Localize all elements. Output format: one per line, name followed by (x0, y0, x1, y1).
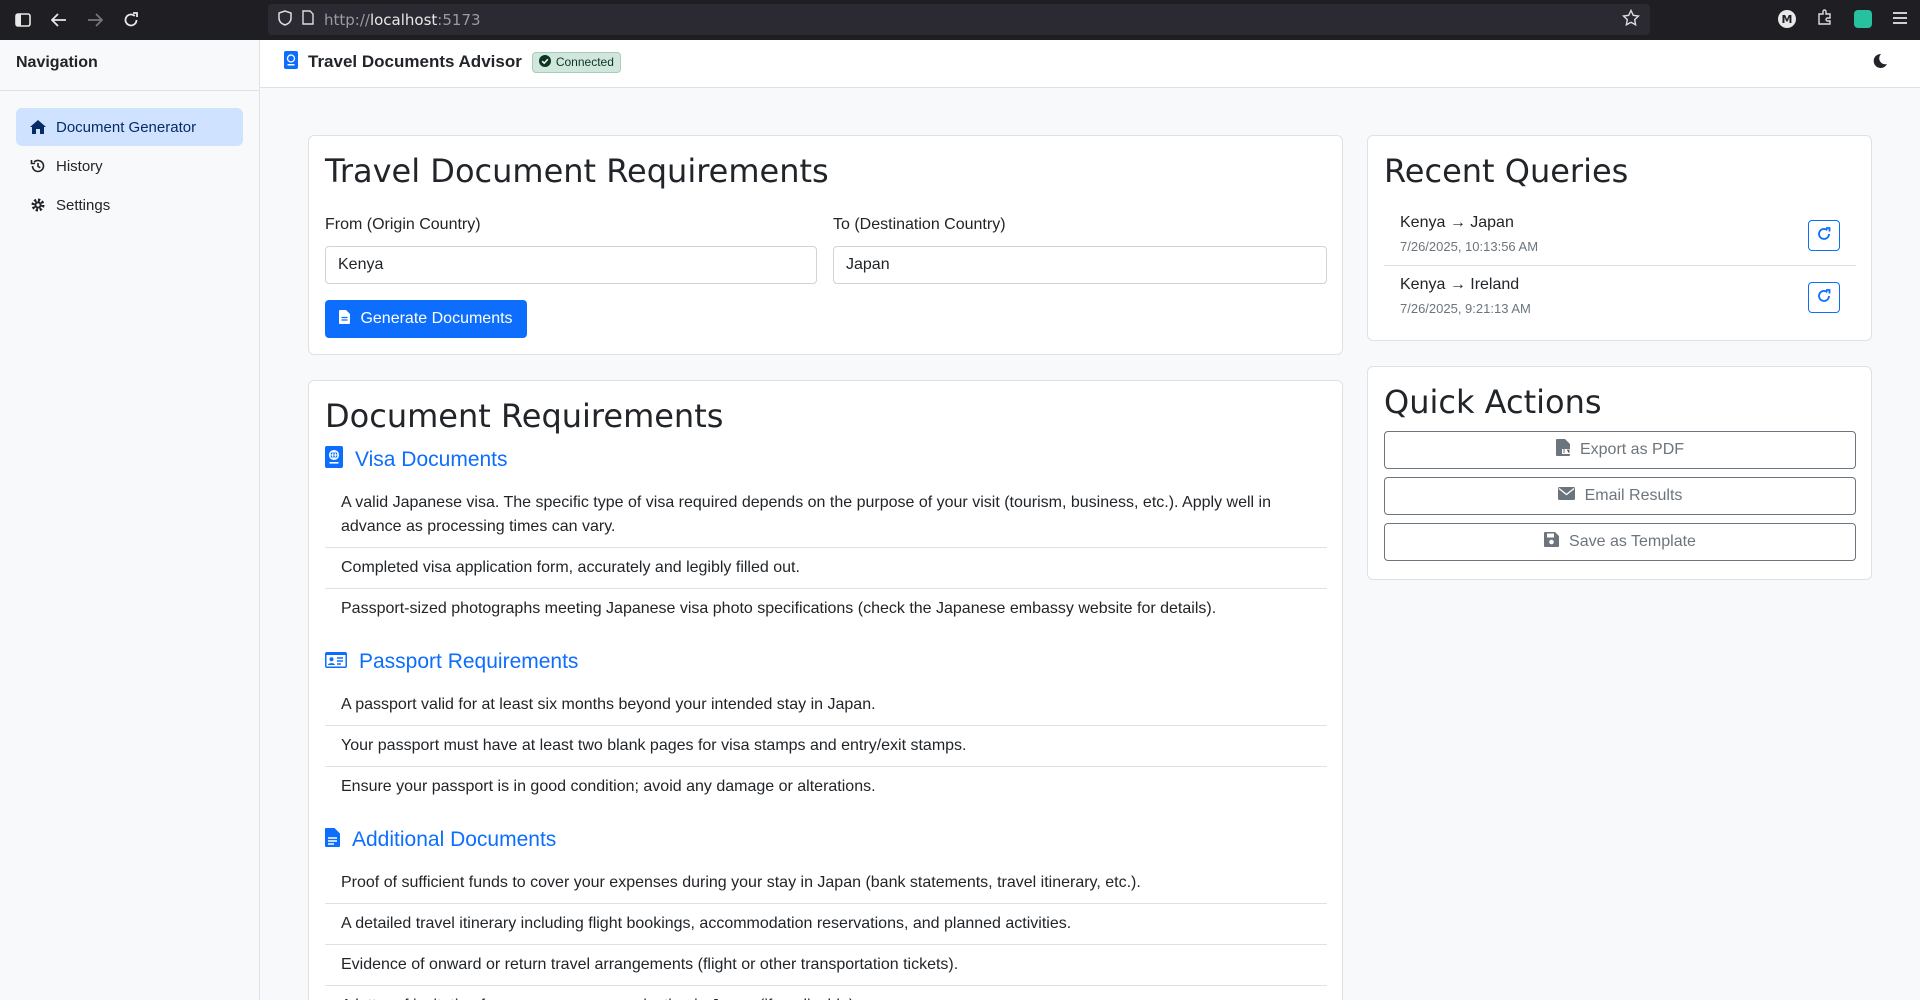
sidebar-divider (0, 90, 259, 91)
destination-input[interactable] (833, 246, 1327, 284)
refresh-icon (1817, 227, 1831, 244)
section-header: Passport Requirements (325, 647, 1327, 677)
quick-actions-card: Quick Actions Export as PDF Email Result… (1367, 366, 1872, 580)
save-template-button[interactable]: Save as Template (1384, 523, 1856, 561)
rerun-query-button[interactable] (1808, 220, 1840, 251)
extension-m-icon[interactable]: M (1778, 10, 1796, 28)
refresh-icon (1817, 289, 1831, 306)
section-title: Visa Documents (355, 448, 508, 471)
extensions-puzzle-icon[interactable] (1816, 8, 1834, 30)
export-pdf-button[interactable]: Export as PDF (1384, 431, 1856, 469)
forward-icon[interactable] (84, 9, 106, 31)
section-title: Additional Documents (352, 828, 557, 851)
requirement-list: A valid Japanese visa. The specific type… (325, 483, 1327, 629)
rerun-query-button[interactable] (1808, 282, 1840, 313)
section-title: Passport Requirements (359, 650, 579, 673)
sidebar-item-label: Document Generator (56, 118, 197, 136)
back-icon[interactable] (48, 9, 70, 31)
url-text[interactable]: http://localhost:5173 (324, 11, 481, 29)
list-item: A valid Japanese visa. The specific type… (325, 483, 1327, 548)
email-results-button[interactable]: Email Results (1384, 477, 1856, 515)
requirement-list: Proof of sufficient funds to cover your … (325, 863, 1327, 1000)
document-requirements-card: Document Requirements Visa Documents A v… (308, 380, 1343, 1000)
query-timestamp: 7/26/2025, 9:21:13 AM (1400, 301, 1531, 316)
sidebar: Navigation Document Generator History Se… (0, 40, 260, 1000)
recent-queries-list: Kenya → Japan 7/26/2025, 10:13:56 AM Ken… (1384, 204, 1856, 328)
export-pdf-label: Export as PDF (1579, 441, 1685, 458)
shield-icon[interactable] (278, 9, 292, 30)
sidebar-item-label: History (56, 157, 103, 175)
sidebar-item-settings[interactable]: Settings (16, 186, 243, 224)
query-route: Kenya → Japan (1400, 214, 1514, 231)
app-title: Travel Documents Advisor (308, 52, 522, 71)
status-badge: Connected (531, 51, 621, 73)
url-bar[interactable]: http://localhost:5173 (268, 4, 1650, 35)
check-circle-icon (538, 54, 551, 70)
query-timestamp: 7/26/2025, 10:13:56 AM (1400, 239, 1539, 254)
origin-input[interactable] (325, 246, 817, 284)
passport-icon (284, 51, 298, 73)
list-item: Your passport must have at least two bla… (325, 726, 1327, 767)
destination-label: To (Destination Country) (833, 216, 1006, 233)
browser-toolbar: http://localhost:5173 M (0, 0, 1920, 40)
bookmark-star-icon[interactable] (1621, 8, 1641, 31)
reload-icon[interactable] (120, 9, 142, 31)
page-icon (302, 10, 314, 29)
file-icon (339, 309, 351, 329)
section-header: Visa Documents (325, 445, 1327, 475)
passport-icon (325, 446, 343, 474)
list-item: Proof of sufficient funds to cover your … (325, 863, 1327, 904)
origin-label: From (Origin Country) (325, 216, 481, 233)
moon-icon[interactable] (1872, 53, 1888, 73)
list-item: A letter of invitation from a person or … (325, 986, 1327, 1000)
form-title: Travel Document Requirements (325, 152, 829, 190)
list-item[interactable]: Kenya → Ireland 7/26/2025, 9:21:13 AM (1384, 266, 1856, 328)
list-item: Completed visa application form, accurat… (325, 548, 1327, 589)
visa-documents-section: Visa Documents A valid Japanese visa. Th… (325, 445, 1327, 629)
query-route: Kenya → Ireland (1400, 276, 1520, 293)
generate-documents-label: Generate Documents (360, 310, 513, 327)
sidebar-nav: Document Generator History Settings (16, 108, 243, 225)
file-pdf-icon (1555, 439, 1570, 461)
sidebar-toggle-icon[interactable] (12, 9, 34, 31)
recent-queries-title: Recent Queries (1384, 152, 1629, 190)
list-item: Evidence of onward or return travel arra… (325, 945, 1327, 986)
quick-actions-title: Quick Actions (1384, 383, 1602, 421)
app-header: Travel Documents Advisor Connected (260, 40, 1920, 88)
history-icon (30, 158, 46, 174)
list-item[interactable]: Kenya → Japan 7/26/2025, 10:13:56 AM (1384, 204, 1856, 266)
list-item: Ensure your passport is in good conditio… (341, 778, 876, 795)
extension-green-icon[interactable] (1854, 10, 1872, 28)
sidebar-item-label: Settings (56, 196, 111, 214)
status-text: Connected (555, 55, 614, 69)
travel-form-card: Travel Document Requirements From (Origi… (308, 135, 1343, 355)
list-item: Passport-sized photographs meeting Japan… (341, 600, 1217, 617)
section-header: Additional Documents (325, 825, 1327, 855)
file-icon (325, 827, 340, 853)
gear-icon (30, 197, 46, 213)
brand: Travel Documents Advisor Connected (284, 51, 621, 73)
save-template-label: Save as Template (1569, 533, 1696, 550)
id-card-icon (325, 650, 347, 674)
sidebar-title: Navigation (16, 54, 98, 71)
menu-icon[interactable] (1892, 10, 1908, 29)
home-icon (30, 120, 46, 134)
requirement-list: A passport valid for at least six months… (325, 685, 1327, 807)
recent-queries-card: Recent Queries Kenya → Japan 7/26/2025, … (1367, 135, 1872, 341)
list-item: A passport valid for at least six months… (325, 685, 1327, 726)
sidebar-item-document-generator[interactable]: Document Generator (16, 108, 243, 146)
passport-requirements-section: Passport Requirements A passport valid f… (325, 647, 1327, 807)
additional-documents-section: Additional Documents Proof of sufficient… (325, 825, 1327, 1000)
requirements-title: Document Requirements (325, 397, 724, 435)
sidebar-item-history[interactable]: History (16, 147, 243, 185)
save-icon (1544, 532, 1560, 552)
list-item: A detailed travel itinerary including fl… (325, 904, 1327, 945)
envelope-icon (1557, 487, 1575, 505)
generate-documents-button[interactable]: Generate Documents (325, 300, 527, 338)
email-results-label: Email Results (1584, 487, 1683, 504)
